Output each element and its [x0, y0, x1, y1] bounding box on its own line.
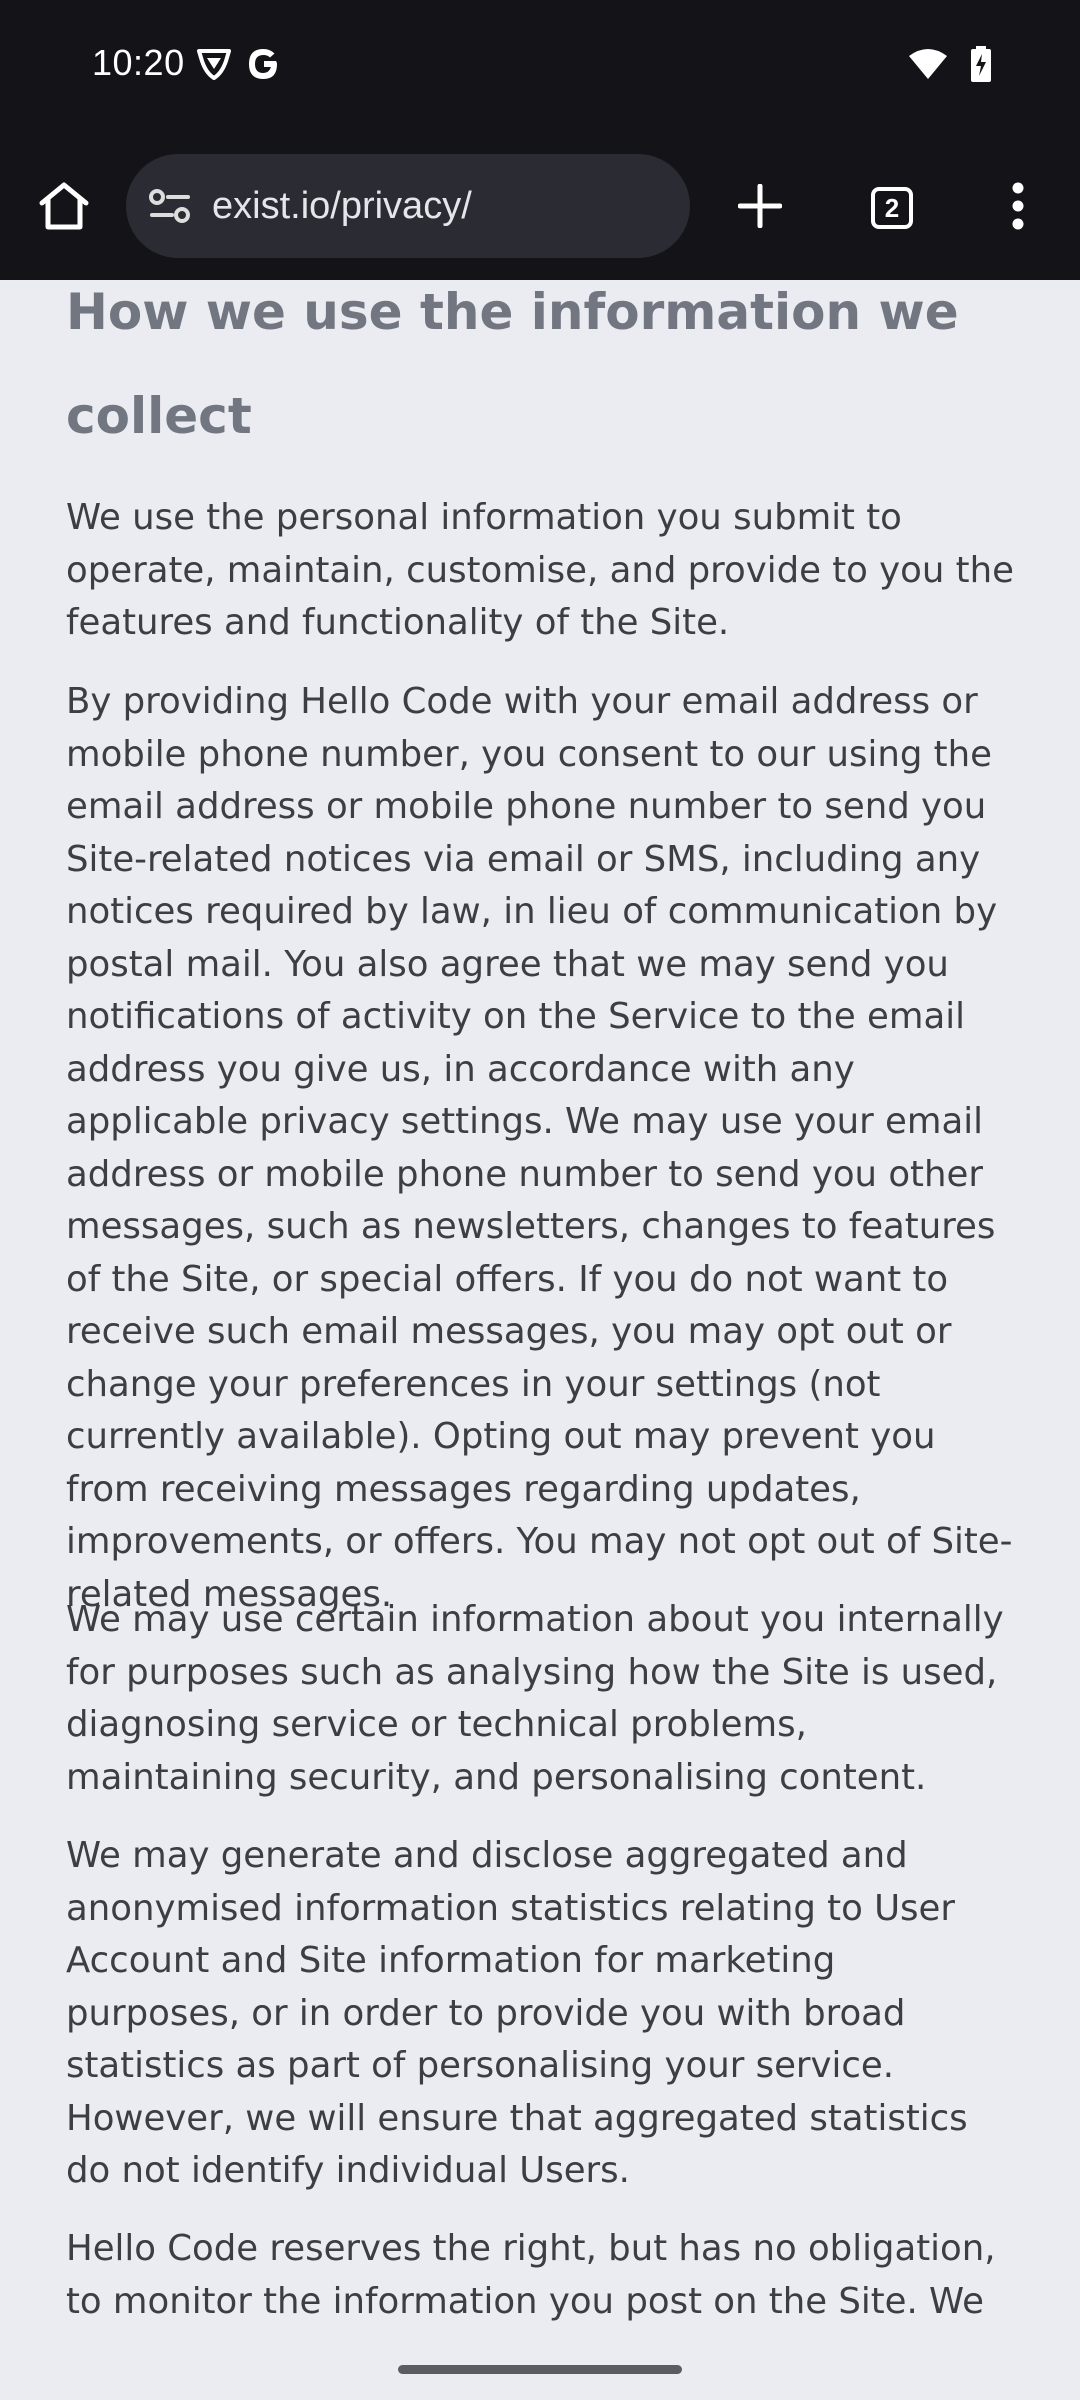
url-bar[interactable]: exist.io/privacy/	[126, 154, 690, 258]
paragraph: By providing Hello Code with your email …	[66, 681, 1013, 1615]
new-tab-button[interactable]	[720, 172, 800, 244]
gesture-nav-bar[interactable]	[398, 2365, 682, 2374]
battery-charging-icon	[970, 46, 992, 86]
google-icon	[246, 46, 282, 86]
more-menu-button[interactable]	[984, 172, 1052, 244]
status-left-icons	[196, 46, 282, 86]
paragraph: Hello Code reserves the right, but has n…	[66, 2228, 996, 2322]
status-time: 10:20	[92, 42, 185, 83]
page-content[interactable]: How we use the information we collect We…	[0, 280, 1080, 2400]
url-text[interactable]: exist.io/privacy/	[212, 185, 472, 228]
section-heading: How we use the information we collect	[66, 283, 959, 445]
browser-toolbar: exist.io/privacy/ 2	[0, 138, 1080, 280]
tab-switcher-button[interactable]: 2	[852, 172, 932, 244]
home-icon	[38, 181, 90, 235]
tab-switcher-icon: 2	[871, 187, 913, 229]
more-menu-icon	[1011, 182, 1025, 234]
vpn-shield-icon	[196, 47, 232, 85]
wifi-icon	[908, 48, 948, 84]
paragraph: We may generate and disclose aggregated …	[66, 1835, 968, 2191]
new-tab-icon	[737, 183, 783, 232]
paragraph: We may use certain information about you…	[66, 1599, 1004, 1798]
paragraph: We use the personal information you subm…	[66, 497, 1014, 643]
status-right-icons	[908, 46, 992, 86]
site-settings-icon[interactable]	[148, 186, 192, 226]
home-button[interactable]	[28, 172, 100, 244]
status-bar: 10:20	[0, 0, 1080, 138]
